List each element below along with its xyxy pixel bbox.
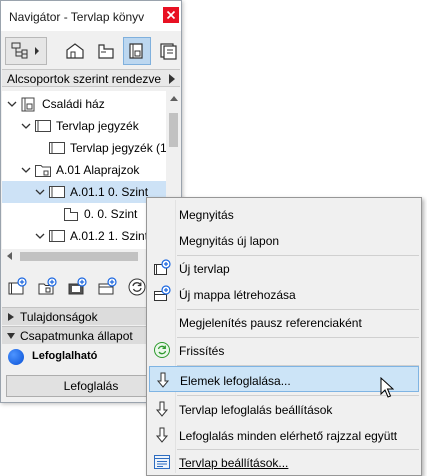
new-subset-icon [38,277,57,295]
new-folder-icon [98,277,117,295]
new-folder-icon [154,285,171,301]
view-map-button[interactable] [92,37,120,65]
chevron-down-icon[interactable] [34,230,46,242]
menu-item-new-layout[interactable]: Új tervlap [149,255,419,281]
project-map-button[interactable] [61,37,89,65]
section-title: Tulajdonságok [20,310,98,324]
map-tree-icon [11,42,39,59]
layout-settings-icon [154,455,170,469]
section-title: Csapatmunka állapot [20,329,133,343]
chevron-down-icon[interactable] [34,186,46,198]
close-icon [166,10,176,20]
tree-item-root[interactable]: Családi ház [2,93,166,115]
tree-item-label: Tervlap jegyzék (1/1) [70,141,166,155]
new-master-button[interactable] [65,275,89,299]
scroll-up-icon[interactable] [170,95,178,101]
sort-mode-dropdown[interactable]: Alcsoportok szerint rendezve [2,69,180,87]
new-layout-icon [8,277,27,295]
reserve-arrow-icon [155,427,169,443]
title-bar[interactable]: Navigátor - Tervlap könyv [1,1,181,31]
chevron-right-icon [169,74,175,84]
scrollbar-thumb[interactable] [20,252,138,261]
map-selector-button[interactable] [5,37,47,65]
navigator-toolbar [1,31,181,71]
sort-mode-value: Alcsoportok szerint rendezve [7,72,162,86]
publisher-sets-icon [160,43,177,60]
layout-tree: Családi ház Tervlap jegyzék Tervlap jegy… [2,91,166,249]
layout-book-icon [21,97,35,112]
status-label: Lefoglalható [32,350,98,362]
window-title: Navigátor - Tervlap könyv [9,10,145,24]
tree-item-subset[interactable]: A.01 Alaprajzok [2,159,166,181]
menu-item-label: Frissítés [179,344,225,358]
tree-item-drawing[interactable]: 0. 0. Szint [2,203,166,225]
menu-item-label: Lefoglalás minden elérhető rajzzal együt… [179,429,398,443]
close-button[interactable] [163,7,179,23]
layout-icon [35,120,51,132]
tree-item-sheet-index[interactable]: Tervlap jegyzék [2,115,166,137]
view-map-icon [98,44,114,59]
layout-icon [49,186,65,198]
tree-item-layout-selected[interactable]: A.01.1 0. Szint [2,181,166,203]
reserve-arrow-icon [156,372,170,388]
refresh-icon [128,278,146,296]
layout-book-button[interactable] [123,37,151,65]
new-layout-icon [154,259,171,275]
scrollbar-thumb[interactable] [169,113,178,147]
tree-item-label: A.01.1 0. Szint [70,185,149,199]
menu-item-show-as-trace[interactable]: Megjelenítés pausz referenciaként [149,309,419,335]
scroll-left-icon[interactable] [6,252,12,260]
menu-item-label: Tervlap beállítások... [179,456,289,470]
menu-item-layout-settings[interactable]: Tervlap beállítások... [149,449,419,475]
chevron-right-icon [8,313,14,321]
new-master-icon [68,277,87,295]
drawing-icon [64,208,78,221]
tree-item-label: A.01.2 1. Szint [70,229,149,243]
layout-book-icon [129,43,143,59]
menu-item-label: Új tervlap [179,262,230,276]
chevron-down-icon[interactable] [20,164,32,176]
refresh-icon [154,342,170,358]
tree-item-label: Családi ház [42,97,105,111]
publisher-sets-button[interactable] [154,37,182,65]
tree-item-label: 0. 0. Szint [84,207,138,221]
tree-horizontal-scrollbar[interactable] [2,249,166,264]
menu-item-label: Elemek lefoglalása... [180,374,291,388]
menu-item-label: Tervlap lefoglalás beállítások [179,403,333,417]
menu-item-reserve-with-drawings[interactable]: Lefoglalás minden elérhető rajzzal együt… [149,422,419,448]
menu-item-reserve-elements[interactable]: Elemek lefoglalása... [149,366,419,392]
menu-item-label: Megjelenítés pausz referenciaként [179,316,362,330]
layout-icon [49,142,65,154]
chevron-down-icon[interactable] [20,120,32,132]
mouse-cursor-icon [380,377,394,398]
tree-item-label: Tervlap jegyzék [56,119,139,133]
subset-folder-icon [35,165,51,177]
chevron-down-icon[interactable] [6,98,18,110]
menu-item-open-new-tab[interactable]: Megnyitás új lapon [149,227,419,253]
menu-item-layout-reservation-settings[interactable]: Tervlap lefoglalás beállítások [149,396,419,422]
reserve-arrow-icon [155,401,169,417]
layout-icon [49,230,65,242]
menu-item-refresh[interactable]: Frissítés [149,337,419,363]
status-indicator-icon [8,349,24,365]
tree-item-layout[interactable]: A.01.2 1. Szint [2,225,166,247]
tree-item-sheet-index-page[interactable]: Tervlap jegyzék (1/1) [2,137,166,159]
new-folder-button[interactable] [95,275,119,299]
menu-item-label: Új mappa létrehozása [179,288,296,302]
context-menu: Megnyitás Megnyitás új lapon Új tervlap … [146,197,422,476]
menu-item-open[interactable]: Megnyitás [149,201,419,227]
new-subset-button[interactable] [35,275,59,299]
chevron-down-icon [7,333,15,339]
menu-item-label: Megnyitás új lapon [179,234,280,248]
menu-item-label: Megnyitás [179,208,234,222]
project-map-icon [66,43,84,59]
tree-item-label: A.01 Alaprajzok [56,163,140,177]
new-layout-button[interactable] [5,275,29,299]
menu-item-new-folder[interactable]: Új mappa létrehozása [149,281,419,307]
